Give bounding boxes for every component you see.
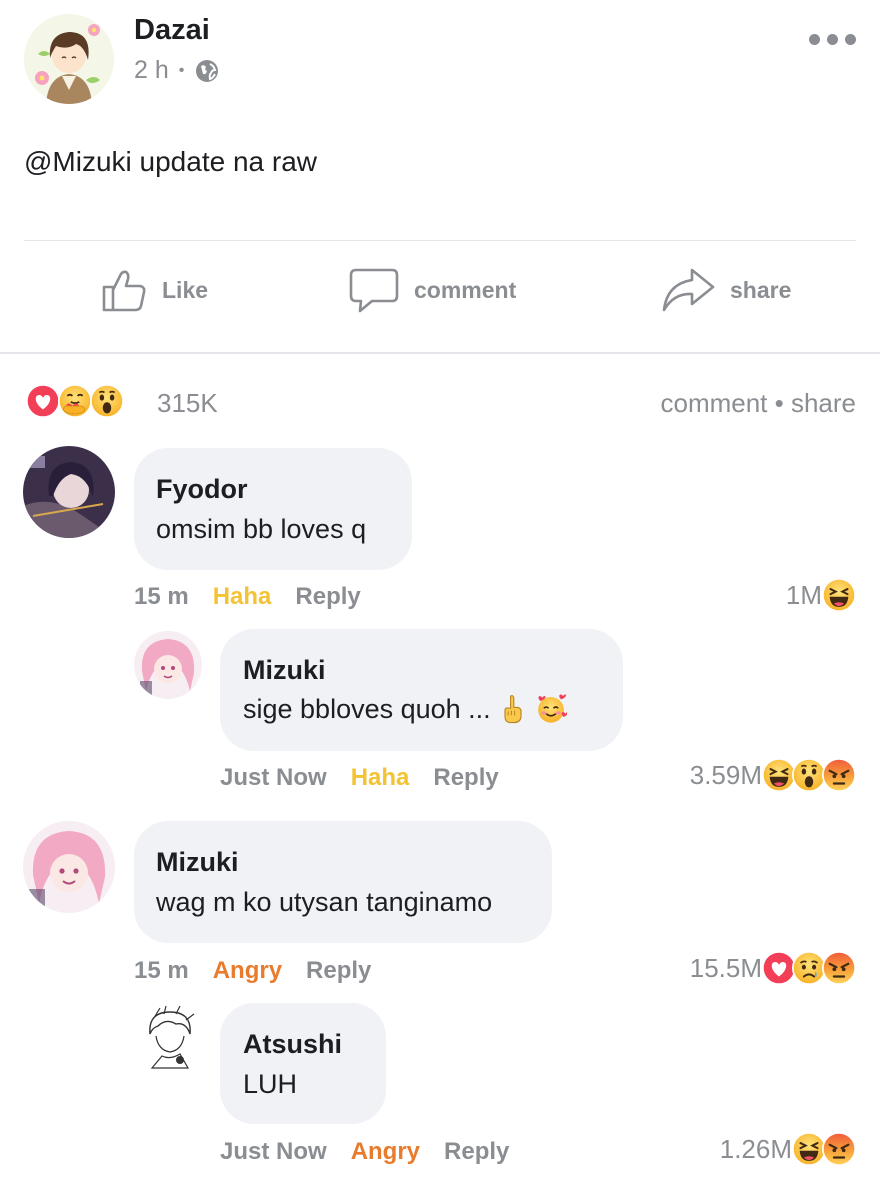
- comment-button[interactable]: comment: [348, 266, 516, 314]
- avatar-atsushi[interactable]: [136, 1004, 204, 1072]
- more-options-icon[interactable]: [809, 34, 856, 45]
- comment-bubble: Mizuki sige bbloves quoh ...: [220, 629, 623, 751]
- post-text: @Mizuki update na raw: [24, 146, 318, 177]
- comment-reactions[interactable]: 1M: [786, 578, 856, 612]
- smiling-hearts-emoji-icon: [535, 693, 567, 725]
- reaction-count: 3.59M: [689, 759, 762, 790]
- reaction-summary-icons[interactable]: [26, 384, 122, 424]
- comment-meta: 15 m Angry Reply: [134, 957, 371, 985]
- avatar-mizuki[interactable]: [134, 631, 202, 699]
- avatar-mizuki[interactable]: [23, 821, 115, 913]
- reply-link[interactable]: Reply: [444, 1138, 509, 1166]
- comment-bubble: Mizuki wag m ko utysan tanginamo: [134, 821, 552, 943]
- love-reaction-icon: [762, 951, 796, 985]
- comment-reactions[interactable]: 1.26M: [720, 1132, 856, 1166]
- haha-reaction-icon: [792, 1132, 826, 1166]
- comment-bubble: Fyodor omsim bb loves q: [134, 448, 412, 570]
- reply-link[interactable]: Reply: [295, 583, 360, 611]
- reaction-label[interactable]: Angry: [351, 1138, 420, 1166]
- like-label: Like: [162, 276, 209, 303]
- wow-reaction-icon: [90, 384, 130, 424]
- avatar-dazai[interactable]: [24, 14, 114, 104]
- point-up-emoji-icon: [497, 693, 529, 725]
- comment-text: sige bbloves quoh ...: [243, 693, 491, 724]
- comment-time[interactable]: 15 m: [134, 583, 189, 611]
- comment-author[interactable]: Fyodor: [156, 474, 248, 505]
- comment-time[interactable]: Just Now: [220, 1138, 327, 1166]
- reaction-count: 1M: [785, 579, 822, 610]
- thumbs-up-icon: [100, 266, 148, 314]
- comment-meta: Just Now Haha Reply: [220, 764, 499, 792]
- reaction-count[interactable]: 315K: [157, 388, 218, 419]
- comment-bubble-icon: [348, 266, 400, 314]
- comment-bubble: Atsushi LUH: [220, 1003, 386, 1124]
- comment-text-line: sige bbloves quoh ...: [243, 693, 567, 725]
- reaction-label[interactable]: Angry: [213, 957, 282, 985]
- comment-author[interactable]: Mizuki: [156, 847, 239, 878]
- comment-reactions[interactable]: 3.59M: [690, 758, 856, 792]
- wow-reaction-icon: [792, 758, 826, 792]
- post-meta: 2 h •: [134, 56, 220, 85]
- post-time[interactable]: 2 h: [134, 56, 169, 85]
- comment-text: omsim bb loves q: [156, 514, 367, 544]
- haha-reaction-icon: [822, 578, 856, 612]
- share-button[interactable]: share: [660, 266, 791, 314]
- reaction-label[interactable]: Haha: [351, 764, 410, 792]
- avatar-fyodor[interactable]: [23, 446, 115, 538]
- share-arrow-icon: [660, 266, 716, 314]
- comment-meta: 15 m Haha Reply: [134, 583, 361, 611]
- comment-text: wag m ko utysan tanginamo: [156, 887, 493, 917]
- comment-text: LUH: [243, 1069, 298, 1099]
- divider: [0, 352, 880, 354]
- haha-reaction-icon: [762, 758, 796, 792]
- comment-time[interactable]: 15 m: [134, 957, 189, 985]
- meta-separator: •: [178, 61, 185, 79]
- angry-reaction-icon: [822, 758, 856, 792]
- globe-icon: [194, 58, 220, 84]
- comment-share-links[interactable]: comment • share: [660, 388, 856, 419]
- comment-time[interactable]: Just Now: [220, 764, 327, 792]
- angry-reaction-icon: [822, 951, 856, 985]
- share-label: share: [730, 276, 792, 303]
- comment-author[interactable]: Atsushi: [243, 1029, 342, 1060]
- reaction-count: 15.5M: [689, 952, 762, 983]
- post-author[interactable]: Dazai: [134, 14, 210, 47]
- comment-label: comment: [414, 276, 517, 303]
- like-button[interactable]: Like: [100, 266, 208, 314]
- reaction-count: 1.26M: [719, 1133, 792, 1164]
- sad-reaction-icon: [792, 951, 826, 985]
- reply-link[interactable]: Reply: [433, 764, 498, 792]
- comment-meta: Just Now Angry Reply: [220, 1138, 509, 1166]
- divider: [24, 240, 856, 241]
- comment-reactions[interactable]: 15.5M: [690, 951, 856, 985]
- angry-reaction-icon: [822, 1132, 856, 1166]
- comment-author[interactable]: Mizuki: [243, 655, 326, 686]
- reply-link[interactable]: Reply: [306, 957, 371, 985]
- reaction-label[interactable]: Haha: [213, 583, 272, 611]
